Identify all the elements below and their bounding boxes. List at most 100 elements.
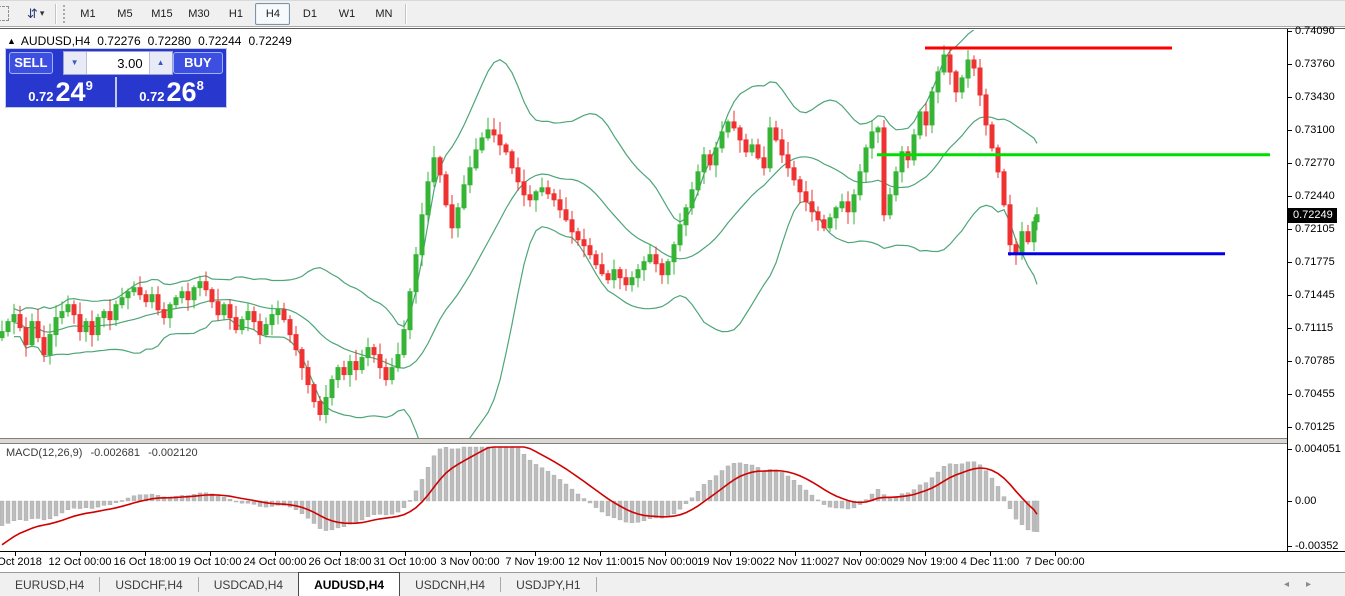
timeframe-button-mn[interactable]: MN [366,3,401,25]
candle [258,314,262,345]
timeframe-button-d1[interactable]: D1 [292,3,327,25]
macd-histogram-bar [984,471,988,501]
timeframe-button-m30[interactable]: M30 [181,3,216,25]
chart-tab-usdjpy[interactable]: USDJPY,H1 [501,573,595,596]
tab-scroll-right-icon[interactable]: ▸ [1306,579,1311,591]
volume-decrease-button[interactable]: ▼ [64,52,87,74]
chart-title: ▲ AUDUSD,H4 0.72276 0.72280 0.72244 0.72… [7,34,292,48]
candle [366,338,370,367]
candle [252,307,256,330]
macd-histogram-bar [588,501,592,503]
candle [534,190,538,212]
candle [774,121,778,142]
macd-histogram-bar [348,501,352,524]
macd-histogram-bar [936,472,940,501]
time-axis-tick [210,552,211,556]
macd-histogram-bar [204,493,208,501]
time-axis-tick [275,552,276,556]
candle [648,244,652,263]
macd-histogram-bar [990,478,994,501]
macd-histogram-bar [684,501,688,504]
macd-histogram-bar [954,464,958,501]
candle [480,132,484,153]
macd-histogram-bar [942,466,946,501]
macd-histogram-bar [0,501,4,526]
macd-histogram-bar [450,449,454,501]
candle [678,213,682,251]
candle [978,59,982,106]
candle [372,344,376,363]
macd-histogram-bar [18,501,22,520]
chart-tab-usdchf[interactable]: USDCHF,H4 [100,573,197,596]
candle [786,142,790,177]
sell-button[interactable]: SELL [9,52,53,74]
macd-histogram-bar [720,471,724,502]
price-axis-label: 0.73430 [1295,91,1335,103]
timeframe-button-m15[interactable]: M15 [144,3,179,25]
price-axis-label: 0.72440 [1295,190,1335,202]
candle [354,350,358,380]
macd-histogram-bar [780,472,784,501]
time-axis-label: 19 Oct 10:00 [179,556,242,568]
candle [642,256,646,281]
price-axis[interactable]: 0.740900.737600.734300.731000.727700.724… [1287,29,1345,552]
candle [966,50,970,88]
candle [330,375,334,405]
buy-button[interactable]: BUY [173,52,223,74]
chart-tab-usdcad[interactable]: USDCAD,H4 [199,573,298,596]
candle [804,181,808,211]
buy-price-display[interactable]: 0.72 26 8 [117,77,226,107]
macd-histogram-bar [900,494,904,501]
macd-histogram-bar [480,447,484,501]
volume-increase-button[interactable]: ▲ [149,52,172,74]
candle [582,229,586,258]
chart-frame-icon[interactable] [0,6,9,21]
macd-histogram-bar [414,491,418,501]
candle [30,314,34,348]
toolbar-grip[interactable] [61,5,66,23]
macd-axis-tick [1288,546,1292,547]
chart-tab-audusd[interactable]: AUDUSD,H4 [298,572,400,596]
candle [750,139,754,156]
price-axis-label: 0.72770 [1295,157,1335,169]
timeframe-button-h4[interactable]: H4 [255,3,290,25]
timeframe-button-w1[interactable]: W1 [329,3,364,25]
candle [930,87,934,133]
dropdown-caret-icon[interactable]: ▾ [40,8,45,19]
tile-windows-icon[interactable]: ⇵ [27,7,38,20]
time-axis-label: 26 Oct 18:00 [309,556,372,568]
time-axis-label: 7 Nov 19:00 [505,556,564,568]
candle [990,122,994,152]
price-axis-label: 0.70125 [1295,421,1335,433]
macd-histogram-bar [972,462,976,501]
candle [90,311,94,347]
tab-separator [596,577,597,592]
collapse-panel-icon[interactable]: ▲ [7,36,16,46]
candle [114,301,118,327]
macd-histogram-bar [822,501,826,505]
sell-price-display[interactable]: 0.72 24 9 [6,77,115,107]
toolbar-separator [405,4,407,24]
time-axis[interactable]: 9 Oct 201812 Oct 00:0016 Oct 18:0019 Oct… [0,551,1345,572]
candle [456,203,460,238]
volume-input[interactable] [87,52,149,74]
quote-open: 0.72276 [97,34,140,48]
tab-scroll-left-icon[interactable]: ◂ [1284,579,1289,591]
candle [714,142,718,178]
candle [54,305,58,347]
timeframe-button-m5[interactable]: M5 [107,3,142,25]
price-axis-label: 0.71445 [1295,289,1335,301]
timeframe-button-h1[interactable]: H1 [218,3,253,25]
timeframe-button-m1[interactable]: M1 [70,3,105,25]
candle [324,385,328,423]
macd-histogram-bar [540,468,544,501]
macd-histogram-bar [804,490,808,501]
macd-indicator-pane[interactable]: MACD(12,26,9) -0.002681 -0.002120 [0,444,1287,551]
chart-window: ▲ AUDUSD,H4 0.72276 0.72280 0.72244 0.72… [0,28,1345,552]
candle [732,111,736,131]
chart-tab-eurusd[interactable]: EURUSD,H4 [0,573,99,596]
candle [294,326,298,356]
chart-tab-usdcnh[interactable]: USDCNH,H4 [400,573,500,596]
candle [342,361,346,381]
candle [882,120,886,221]
